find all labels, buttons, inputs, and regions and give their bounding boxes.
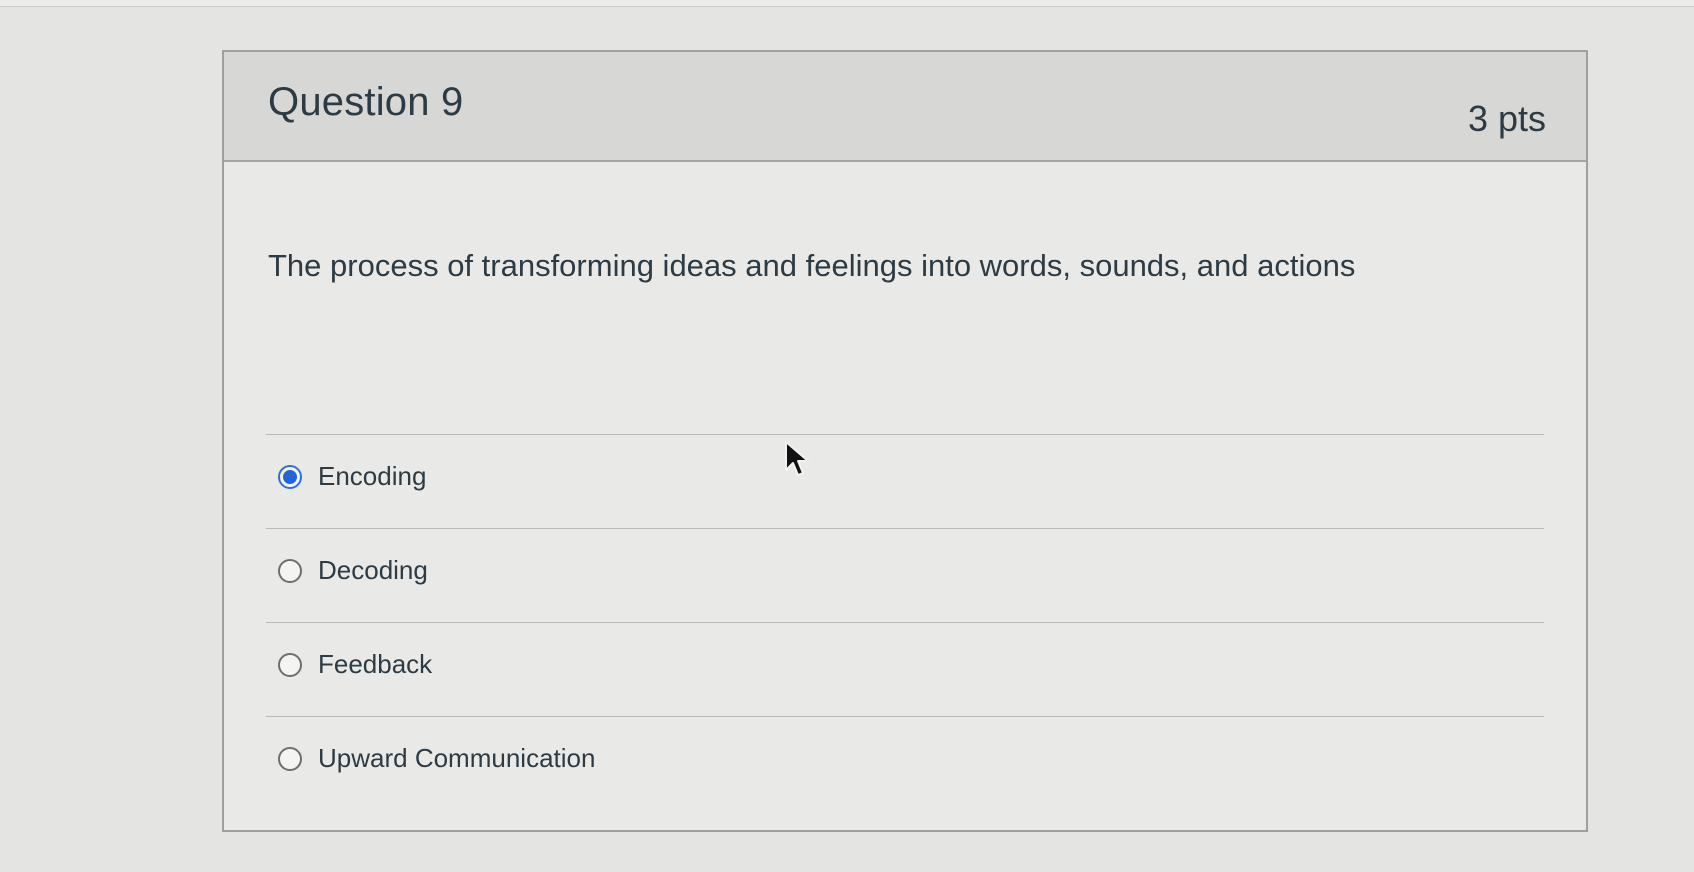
answer-option-upward-communication[interactable]: Upward Communication [266,716,1544,812]
answer-label[interactable]: Feedback [318,649,432,680]
question-card: Question 9 3 pts The process of transfor… [222,50,1588,832]
answer-label[interactable]: Upward Communication [318,743,595,774]
radio-button[interactable] [278,747,302,771]
question-text: The process of transforming ideas and fe… [268,248,1356,283]
radio-button[interactable] [278,559,302,583]
answer-list: Encoding Decoding Feedback Upward Commun… [266,434,1544,812]
question-points: 3 pts [1467,98,1546,139]
page-top-edge [0,0,1694,7]
radio-button[interactable] [278,653,302,677]
answer-option-encoding[interactable]: Encoding [266,434,1544,528]
answer-option-decoding[interactable]: Decoding [266,528,1544,622]
question-title: Question 9 [268,80,464,124]
answer-option-feedback[interactable]: Feedback [266,622,1544,716]
answer-label[interactable]: Encoding [318,461,426,492]
question-header: Question 9 3 pts [224,52,1586,162]
radio-button-selected[interactable] [278,465,302,489]
mouse-pointer-icon [785,441,809,476]
answer-label[interactable]: Decoding [318,555,428,586]
